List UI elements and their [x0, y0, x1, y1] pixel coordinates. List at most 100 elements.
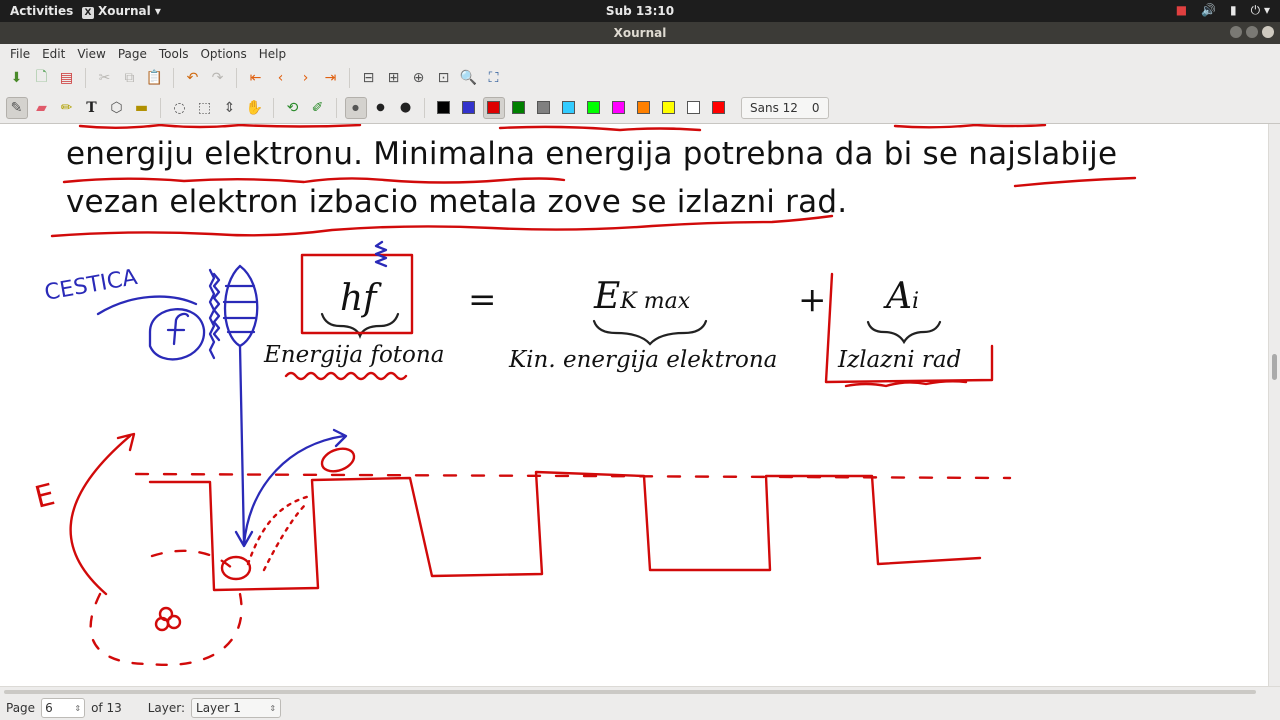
color-swatch-10[interactable] [683, 97, 705, 119]
color-swatch-fill [662, 101, 675, 114]
color-swatch-2[interactable] [482, 96, 505, 119]
brace-ek [592, 319, 708, 346]
minimize-button[interactable] [1230, 26, 1242, 38]
eraser-icon[interactable]: ▰ [31, 97, 53, 119]
hand-cestica: CESTICA [43, 265, 139, 306]
menu-options[interactable]: Options [194, 44, 252, 64]
activities-button[interactable]: Activities [10, 4, 73, 18]
font-name: Sans 12 [750, 100, 798, 115]
menu-help[interactable]: Help [253, 44, 292, 64]
vertical-scroll-thumb[interactable] [1272, 354, 1277, 380]
undo-icon[interactable]: ↶ [182, 67, 204, 89]
menu-view[interactable]: View [71, 44, 111, 64]
clock[interactable]: Sub 13:10 [0, 4, 1280, 18]
color-swatch-11[interactable] [708, 97, 730, 119]
layer-selector[interactable]: Layer 1 ⇕ [191, 698, 282, 718]
menu-page[interactable]: Page [112, 44, 153, 64]
zoom-100-icon[interactable]: ⊡ [433, 67, 455, 89]
app-menu[interactable]: X Xournal ▾ [82, 4, 161, 19]
first-page-icon[interactable]: ⇤ [245, 67, 267, 89]
next-page-icon[interactable]: › [295, 67, 317, 89]
f-letter [166, 312, 190, 346]
open-pdf-icon[interactable]: ▤ [56, 67, 78, 89]
dashed-level [134, 472, 1012, 480]
box-hf [300, 253, 414, 335]
color-swatch-6[interactable] [583, 97, 605, 119]
battery-icon[interactable]: ▮ [1230, 3, 1237, 18]
tools-toolbar: ✎ ▰ ✏ T ⬡ ▬ ◌ ⬚ ⇕ ✋ ⟲ ✐ ● ● ● Sans 12 0 [0, 92, 1280, 124]
color-swatch-fill [512, 101, 525, 114]
zoom-out-icon[interactable]: ⊟ [358, 67, 380, 89]
power-icon[interactable]: ⏻ ▾ [1251, 3, 1270, 18]
last-page-icon[interactable]: ⇥ [320, 67, 342, 89]
page-canvas[interactable]: energiju elektronu. Minimalna energija p… [0, 124, 1268, 686]
box-izlazni-rad [824, 272, 994, 384]
text-tool-icon[interactable]: T [81, 97, 103, 119]
color-swatch-fill [637, 101, 650, 114]
menu-tools[interactable]: Tools [153, 44, 195, 64]
energy-arrow [69, 432, 136, 596]
previous-page-icon[interactable]: ‹ [270, 67, 292, 89]
zoom-in-icon[interactable]: ⊕ [408, 67, 430, 89]
thickness-fine-icon[interactable]: ● [344, 96, 367, 119]
close-button[interactable] [1262, 26, 1274, 38]
lasso-select-icon[interactable]: ◌ [169, 97, 191, 119]
pen-icon[interactable]: ✎ [5, 96, 28, 119]
menu-bar: File Edit View Page Tools Options Help [0, 44, 1280, 64]
color-swatch-0[interactable] [433, 97, 455, 119]
ruler-icon[interactable]: ▬ [131, 97, 153, 119]
color-swatch-3[interactable] [508, 97, 530, 119]
photon-wave-1 [208, 268, 216, 360]
color-swatch-8[interactable] [633, 97, 655, 119]
underline-najslabije [1013, 176, 1137, 188]
menu-file[interactable]: File [4, 44, 36, 64]
default-tool-icon[interactable]: ⟲ [282, 97, 304, 119]
volume-icon[interactable]: 🔊 [1201, 3, 1216, 18]
shape-recognizer-icon[interactable]: ⬡ [106, 97, 128, 119]
horizontal-scrollbar[interactable] [0, 686, 1280, 696]
paste-icon[interactable]: 📋 [144, 67, 166, 89]
default-pen-icon[interactable]: ✐ [307, 97, 329, 119]
color-swatch-1[interactable] [458, 97, 480, 119]
rect-select-icon[interactable]: ⬚ [194, 97, 216, 119]
color-swatch-9[interactable] [658, 97, 680, 119]
underline-line1 [62, 177, 566, 184]
font-size: 0 [811, 100, 820, 115]
electron-eject-arrow [242, 428, 348, 546]
cestica-arrow [96, 295, 198, 316]
color-swatch-fill [462, 101, 475, 114]
electron-path-dots-2 [262, 502, 308, 572]
color-swatch-7[interactable] [608, 97, 630, 119]
maximize-button[interactable] [1246, 26, 1258, 38]
save-icon[interactable]: ⬇ [6, 67, 28, 89]
color-swatch-fill [437, 101, 450, 114]
main-toolbar: ⬇ 🗋 ▤ ✂ ⧉ 📋 ↶ ↷ ⇤ ‹ › ⇥ ⊟ ⊞ ⊕ ⊡ 🔍 ⛶ [0, 64, 1280, 92]
underline-top [78, 124, 1047, 132]
menu-edit[interactable]: Edit [36, 44, 71, 64]
color-swatch-fill [687, 101, 700, 114]
vertical-space-icon[interactable]: ⇕ [219, 97, 241, 119]
fullscreen-icon[interactable]: ⛶ [483, 67, 505, 89]
thickness-thick-icon[interactable]: ● [395, 97, 417, 119]
zoom-search-icon[interactable]: 🔍 [458, 67, 480, 89]
color-swatch-5[interactable] [558, 97, 580, 119]
record-icon[interactable]: ■ [1176, 3, 1187, 18]
color-swatch-fill [537, 101, 550, 114]
horizontal-scroll-thumb[interactable] [4, 690, 1256, 694]
color-swatch-4[interactable] [533, 97, 555, 119]
new-page-icon[interactable]: 🗋 [31, 67, 53, 89]
brace-ai [866, 320, 942, 345]
spinner-arrows-icon[interactable]: ⇕ [74, 704, 81, 713]
cut-icon[interactable]: ✂ [94, 67, 116, 89]
hand-tool-icon[interactable]: ✋ [244, 97, 266, 119]
layer-label: Layer: [147, 701, 186, 715]
highlighter-icon[interactable]: ✏ [56, 97, 78, 119]
font-selector[interactable]: Sans 12 0 [741, 96, 829, 119]
zoom-fit-icon[interactable]: ⊞ [383, 67, 405, 89]
vertical-scrollbar[interactable] [1268, 124, 1280, 686]
thickness-medium-icon[interactable]: ● [370, 97, 392, 119]
system-tray[interactable]: ■ 🔊 ▮ ⏻ ▾ [1176, 3, 1270, 18]
copy-icon[interactable]: ⧉ [119, 67, 141, 89]
redo-icon[interactable]: ↷ [207, 67, 229, 89]
page-spinner[interactable]: 6 ⇕ [41, 698, 86, 718]
